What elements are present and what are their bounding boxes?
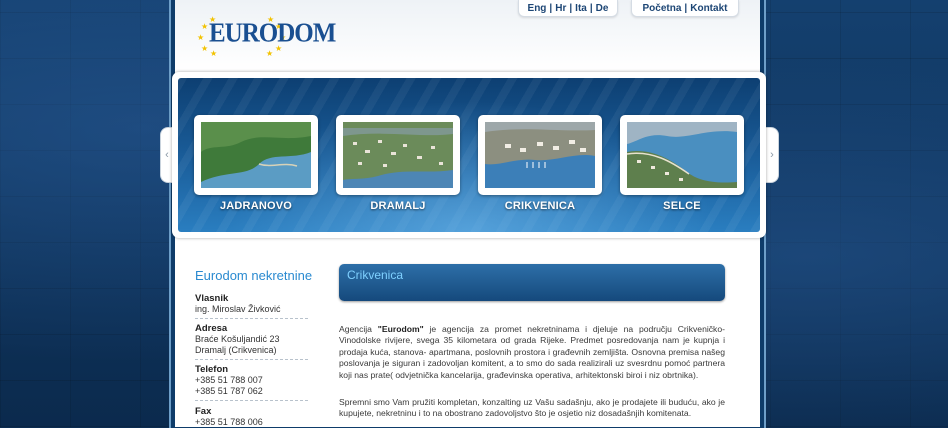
lang-de-link[interactable]: De	[596, 3, 609, 14]
location-thumb-selce[interactable]	[620, 115, 744, 195]
svg-text:★: ★	[197, 33, 204, 42]
svg-text:★: ★	[210, 49, 217, 56]
divider	[195, 359, 308, 360]
svg-text:★: ★	[201, 22, 208, 31]
agency-name: "Eurodom"	[377, 324, 424, 334]
services-paragraph: Spremni smo Vam pružiti kompletan, konza…	[339, 397, 725, 419]
svg-text:★: ★	[266, 49, 273, 56]
location-thumb-jadranovo[interactable]	[194, 115, 318, 195]
divider	[195, 318, 308, 319]
chevron-left-icon: ‹	[165, 149, 169, 161]
separator: |	[684, 2, 688, 14]
owner-label: Vlasnik	[195, 293, 229, 304]
address-line: Braće Košuljandić 23	[195, 334, 280, 344]
separator: |	[569, 2, 573, 14]
fax-info: Fax +385 51 788 006	[195, 406, 308, 428]
main-nav-tab: Početna | Kontakt	[631, 0, 739, 17]
sidebar-title: Eurodom nekretnine	[195, 268, 313, 283]
location-thumb-dramalj[interactable]	[336, 115, 460, 195]
crikvenica-photo	[485, 122, 595, 188]
phone-info: Telefon +385 51 788 007 +385 51 787 062	[195, 364, 308, 401]
address-line: Dramalj (Crikvenica)	[195, 345, 277, 355]
phone-number: +385 51 788 007	[195, 375, 263, 385]
phone-label: Telefon	[195, 364, 229, 375]
intro-paragraph: Agencija "Eurodom" je agencija za promet…	[339, 324, 725, 381]
location-label: JADRANOVO	[219, 200, 293, 212]
selce-photo	[627, 122, 737, 188]
separator: |	[549, 2, 553, 14]
fax-number: +385 51 788 006	[195, 417, 263, 427]
owner-name: ing. Miroslav Živković	[195, 304, 281, 314]
divider	[195, 400, 308, 401]
address-label: Adresa	[195, 323, 228, 334]
lang-ita-link[interactable]: Ita	[575, 3, 587, 14]
location-label: CRIKVENICA	[504, 200, 576, 212]
jadranovo-photo	[201, 122, 311, 188]
location-label: DRAMALJ	[370, 200, 426, 212]
chevron-right-icon: ›	[770, 149, 774, 161]
address-info: Adresa Braće Košuljandić 23 Dramalj (Cri…	[195, 323, 308, 360]
separator: |	[589, 2, 593, 14]
nav-home-link[interactable]: Početna	[643, 3, 682, 14]
content-heading: Crikvenica	[347, 268, 404, 282]
location-label: SELCE	[663, 200, 701, 212]
svg-text:★: ★	[201, 44, 208, 53]
lang-hr-link[interactable]: Hr	[555, 3, 566, 14]
logo-text: EURODOM	[209, 18, 336, 49]
eurodom-logo[interactable]: ★ ★ ★ ★ ★ ★ ★ ★ ★ ★ EURODOM	[195, 16, 336, 56]
content-heading-box: Crikvenica	[339, 264, 725, 301]
nav-contact-link[interactable]: Kontakt	[690, 3, 727, 14]
location-thumb-crikvenica[interactable]	[478, 115, 602, 195]
carousel-next-button[interactable]: ›	[766, 127, 779, 183]
dramalj-photo	[343, 122, 453, 188]
language-tab: Eng | Hr | Ita | De	[518, 0, 618, 17]
lang-eng-link[interactable]: Eng	[528, 3, 547, 14]
owner-info: Vlasnik ing. Miroslav Živković	[195, 293, 308, 319]
fax-label: Fax	[195, 406, 212, 417]
intro-text: Agencija	[339, 324, 378, 334]
phone-number: +385 51 787 062	[195, 386, 263, 396]
